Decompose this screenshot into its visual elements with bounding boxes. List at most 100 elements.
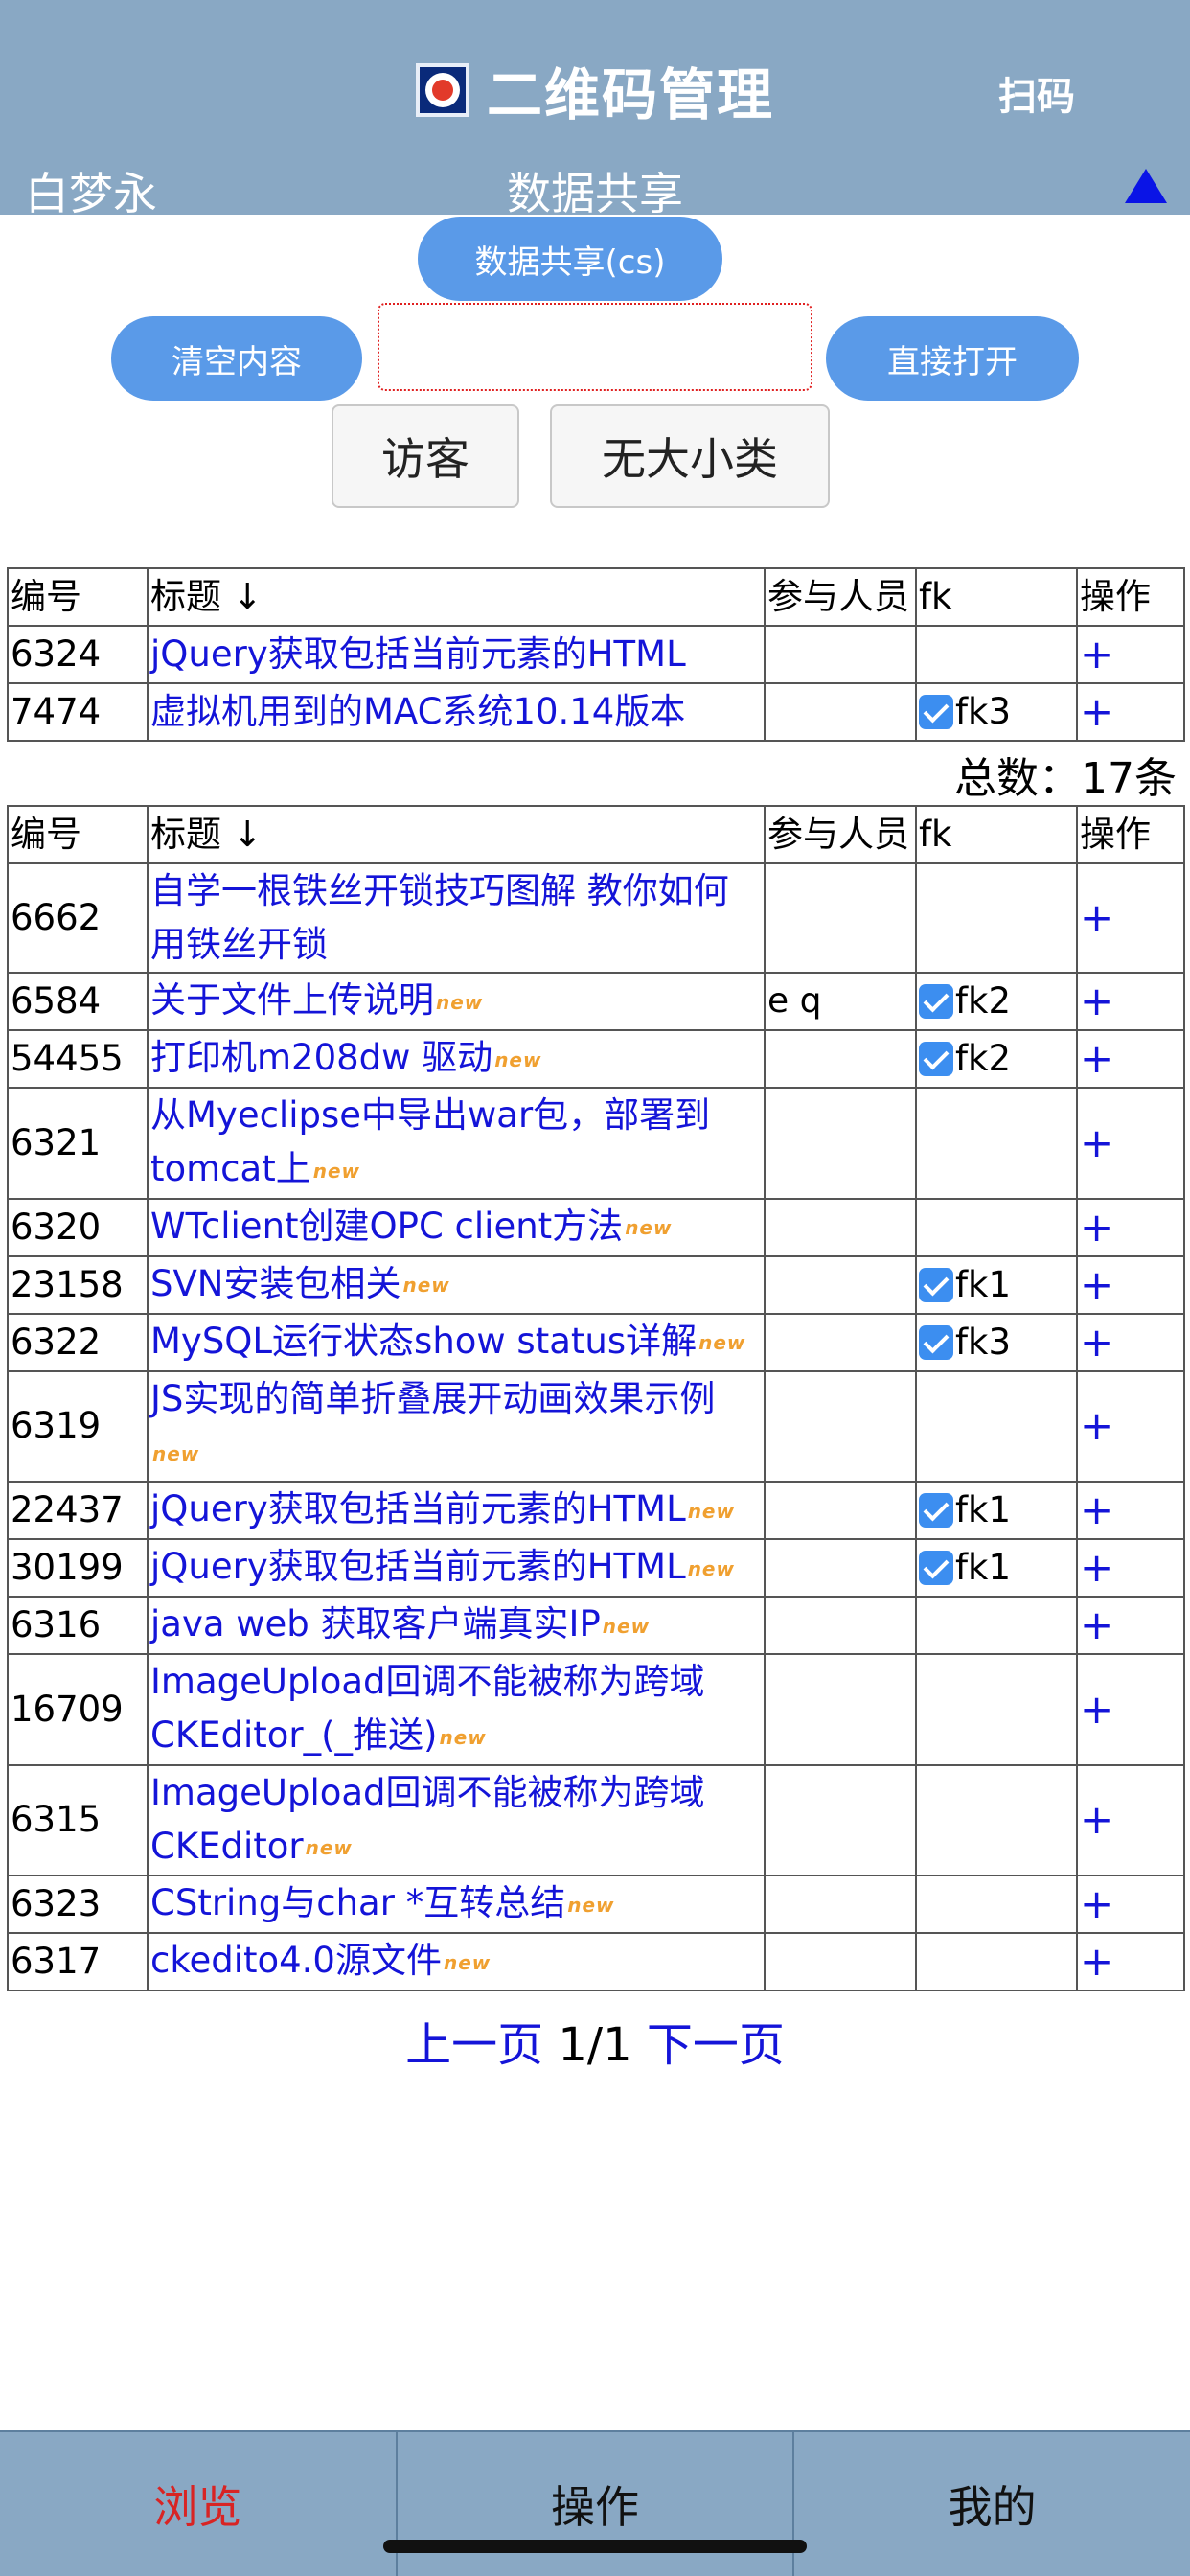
- row-fk-cell: fk2: [915, 1029, 1078, 1089]
- row-title-link[interactable]: 虚拟机用到的MAC系统10.14版本: [150, 691, 685, 732]
- row-add-button[interactable]: +: [1076, 682, 1185, 742]
- header-fk: fk: [915, 567, 1078, 627]
- nav-browse[interactable]: 浏览: [0, 2432, 398, 2576]
- row-title-cell: JS实现的简单折叠展开动画效果示例 new: [147, 1369, 766, 1483]
- row-add-button[interactable]: +: [1076, 1369, 1185, 1483]
- table-row: 6321 从Myeclipse中导出war包，部署到tomcat上 new +: [7, 1087, 1185, 1200]
- row-people: [764, 1874, 917, 1934]
- category-filter-button[interactable]: 无大小类: [550, 404, 830, 508]
- row-id: 6322: [7, 1312, 149, 1372]
- table-row: 7474 虚拟机用到的MAC系统10.14版本 fk3 +: [7, 682, 1185, 742]
- row-title-link[interactable]: 从Myeclipse中导出war包，部署到tomcat上: [150, 1094, 710, 1189]
- row-title-link[interactable]: 自学一根铁丝开锁技巧图解 教你如何用铁丝开锁: [150, 870, 729, 965]
- row-add-button[interactable]: +: [1076, 1596, 1185, 1655]
- collapse-up-icon[interactable]: [1125, 169, 1167, 203]
- prev-page-link[interactable]: 上一页: [405, 2018, 543, 2072]
- nav-mine[interactable]: 我的: [794, 2432, 1190, 2576]
- row-fk-label: fk2: [955, 1038, 1011, 1079]
- row-id: 6662: [7, 862, 149, 974]
- row-add-button[interactable]: +: [1076, 1029, 1185, 1089]
- row-title-link[interactable]: 关于文件上传说明: [150, 979, 434, 1021]
- row-add-button[interactable]: +: [1076, 1254, 1185, 1315]
- row-title-link[interactable]: 打印机m208dw 驱动: [150, 1037, 492, 1078]
- clear-content-button[interactable]: 清空内容: [111, 316, 362, 401]
- table-row: 6324 jQuery获取包括当前元素的HTML +: [7, 625, 1185, 684]
- row-fk-cell: [915, 1763, 1078, 1876]
- row-title-link[interactable]: java web 获取客户端真实IP: [150, 1603, 601, 1644]
- new-badge-icon: new: [443, 1950, 492, 1974]
- row-add-button[interactable]: +: [1076, 862, 1185, 974]
- row-id: 6324: [7, 625, 149, 684]
- row-title-link[interactable]: jQuery获取包括当前元素的HTML: [150, 633, 686, 675]
- page-title: 二维码管理: [486, 62, 774, 127]
- row-add-button[interactable]: +: [1076, 1481, 1185, 1540]
- row-add-button[interactable]: +: [1076, 1197, 1185, 1257]
- table-row: 6316 java web 获取客户端真实IP new +: [7, 1596, 1185, 1655]
- row-title-link[interactable]: CString与char *互转总结: [150, 1882, 565, 1923]
- row-id: 22437: [7, 1481, 149, 1540]
- table-header-row: 编号 标题 ↓ 参与人员 fk 操作: [7, 567, 1185, 627]
- row-title-cell: WTclient创建OPC client方法 new: [147, 1197, 766, 1257]
- header-title-sort[interactable]: 标题 ↓: [147, 567, 766, 627]
- row-add-button[interactable]: +: [1076, 1087, 1185, 1200]
- header-title-sort[interactable]: 标题 ↓: [147, 805, 766, 864]
- row-fk-label: fk2: [955, 980, 1011, 1022]
- row-people: [764, 682, 917, 742]
- row-fk-cell: [915, 1932, 1078, 1991]
- checkbox-checked-icon[interactable]: [919, 1551, 953, 1585]
- row-fk-cell: [915, 625, 1078, 684]
- row-fk-cell: [915, 1653, 1078, 1766]
- checkbox-checked-icon[interactable]: [919, 695, 953, 729]
- new-badge-icon: new: [687, 1556, 735, 1580]
- checkbox-checked-icon[interactable]: [919, 984, 953, 1019]
- row-people: e q: [764, 972, 917, 1031]
- main-table: 编号 标题 ↓ 参与人员 fk 操作 6662 自学一根铁丝开锁技巧图解 教你如何…: [7, 805, 1185, 1991]
- row-title-link[interactable]: WTclient创建OPC client方法: [150, 1206, 623, 1247]
- row-title-link[interactable]: ImageUpload回调不能被称为跨域CKEditor_(_推送): [150, 1661, 705, 1756]
- scan-button[interactable]: 扫码: [998, 65, 1075, 121]
- visitor-button[interactable]: 访客: [332, 404, 519, 508]
- next-page-link[interactable]: 下一页: [647, 2018, 785, 2072]
- share-data-button[interactable]: 数据共享(cs): [418, 217, 722, 301]
- row-title-cell: jQuery获取包括当前元素的HTML new: [147, 1481, 766, 1540]
- row-fk-cell: [915, 862, 1078, 974]
- row-add-button[interactable]: +: [1076, 972, 1185, 1031]
- row-title-link[interactable]: ImageUpload回调不能被称为跨域CKEditor: [150, 1772, 705, 1867]
- new-badge-icon: new: [625, 1216, 673, 1240]
- row-title-link[interactable]: jQuery获取包括当前元素的HTML: [150, 1546, 686, 1587]
- row-add-button[interactable]: +: [1076, 1312, 1185, 1372]
- row-title-link[interactable]: JS实现的简单折叠展开动画效果示例: [150, 1378, 715, 1419]
- table-header-row: 编号 标题 ↓ 参与人员 fk 操作: [7, 805, 1185, 864]
- row-add-button[interactable]: +: [1076, 1538, 1185, 1598]
- row-id: 6584: [7, 972, 149, 1031]
- row-people: [764, 1312, 917, 1372]
- table-row: 6320 WTclient创建OPC client方法 new +: [7, 1197, 1185, 1257]
- checkbox-checked-icon[interactable]: [919, 1324, 953, 1360]
- row-add-button[interactable]: +: [1076, 1763, 1185, 1876]
- row-add-button[interactable]: +: [1076, 1932, 1185, 1991]
- row-fk-label: fk1: [955, 1547, 1011, 1588]
- row-fk-cell: fk1: [915, 1538, 1078, 1598]
- new-badge-icon: new: [152, 1442, 200, 1465]
- row-add-button[interactable]: +: [1076, 1653, 1185, 1766]
- row-title-link[interactable]: SVN安装包相关: [150, 1263, 400, 1304]
- checkbox-checked-icon[interactable]: [919, 1042, 953, 1076]
- row-title-link[interactable]: ckedito4.0源文件: [150, 1940, 442, 1981]
- checkbox-checked-icon[interactable]: [919, 1267, 953, 1302]
- table-row: 6319 JS实现的简单折叠展开动画效果示例 new +: [7, 1369, 1185, 1483]
- row-id: 6315: [7, 1763, 149, 1876]
- content-input[interactable]: [378, 303, 812, 391]
- table-row: 6322 MySQL运行状态show status详解 new fk3 +: [7, 1312, 1185, 1372]
- row-title-link[interactable]: jQuery获取包括当前元素的HTML: [150, 1488, 686, 1530]
- row-add-button[interactable]: +: [1076, 625, 1185, 684]
- app-logo-icon: [415, 63, 469, 117]
- nav-operate[interactable]: 操作: [398, 2432, 795, 2576]
- table-row: 16709 ImageUpload回调不能被称为跨域CKEditor_(_推送) n…: [7, 1653, 1185, 1766]
- row-add-button[interactable]: +: [1076, 1874, 1185, 1934]
- page-indicator: 1/1: [558, 2018, 632, 2072]
- row-title-link[interactable]: MySQL运行状态show status详解: [150, 1321, 697, 1362]
- open-directly-button[interactable]: 直接打开: [826, 316, 1079, 401]
- table-row: 6323 CString与char *互转总结 new +: [7, 1874, 1185, 1934]
- row-id: 6321: [7, 1087, 149, 1200]
- checkbox-checked-icon[interactable]: [919, 1493, 953, 1528]
